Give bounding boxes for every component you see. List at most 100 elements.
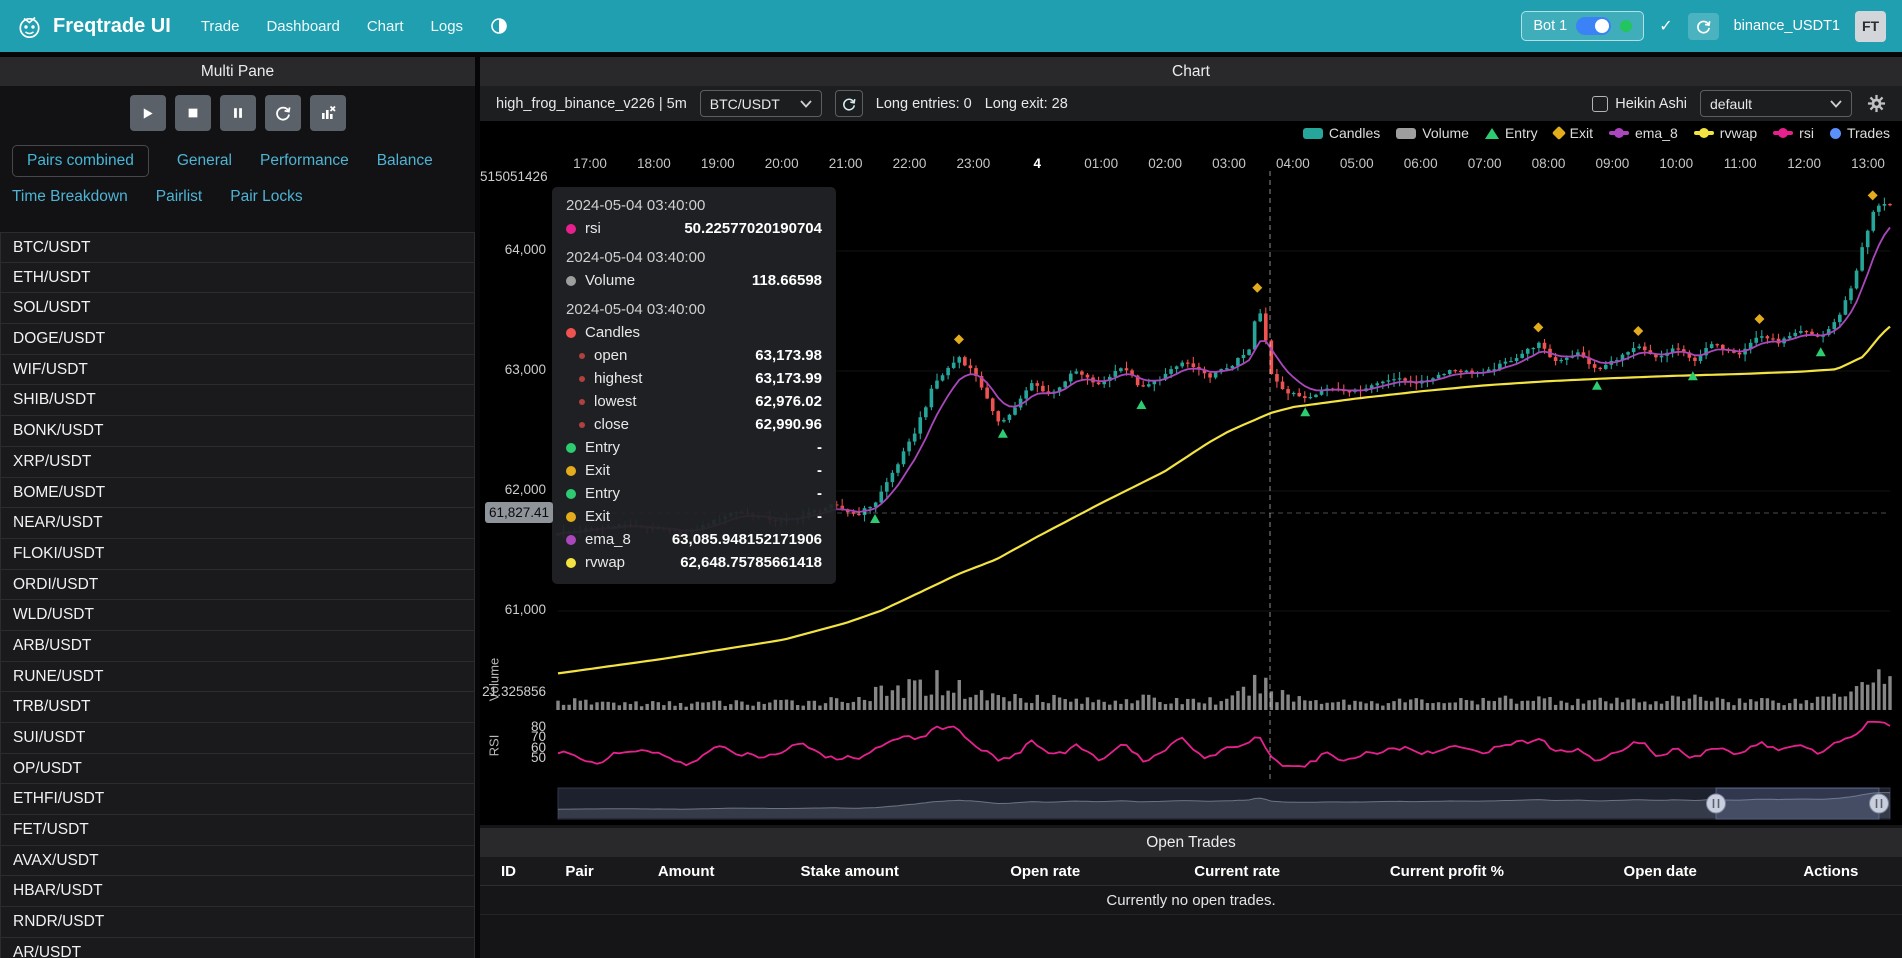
nav-item-logs[interactable]: Logs [431,18,464,35]
datazoom-selection[interactable] [1716,788,1879,819]
volume-bar [1175,698,1178,710]
legend-item-trades[interactable]: Trades [1830,125,1890,141]
clear-chart-button[interactable] [310,95,346,131]
pair-row-fet-usdt[interactable]: FET/USDT [0,815,475,846]
check-icon[interactable]: ✓ [1659,16,1672,36]
volume-bar [1660,704,1663,710]
pair-row-rndr-usdt[interactable]: RNDR/USDT [0,907,475,938]
moon-icon [490,17,508,35]
volume-bar [1052,695,1055,710]
exit-marker [1633,326,1643,336]
legend-item-candles[interactable]: Candles [1303,125,1380,141]
volume-bar [1108,705,1111,710]
pair-row-sol-usdt[interactable]: SOL/USDT [0,293,475,324]
volume-bar [1409,699,1412,710]
pair-list: BTC/USDTETH/USDTSOL/USDTDOGE/USDTWIF/USD… [0,232,475,958]
volume-bar [1063,699,1066,710]
volume-bar [991,693,994,710]
chart-settings-button[interactable] [1867,94,1886,113]
pair-row-op-usdt[interactable]: OP/USDT [0,754,475,785]
reload-button[interactable] [265,95,301,131]
pair-row-hbar-usdt[interactable]: HBAR/USDT [0,876,475,907]
pair-row-xrp-usdt[interactable]: XRP/USDT [0,447,475,478]
tooltip-row-rvwap: rvwap62,648.75785661418 [566,551,822,574]
legend-item-entry[interactable]: Entry [1485,125,1538,141]
pair-row-ar-usdt[interactable]: AR/USDT [0,938,475,958]
volume-bar [618,705,621,710]
volume-bar [1649,704,1652,710]
volume-bar [1420,699,1423,710]
volume-bar [1515,704,1518,710]
bot-selector[interactable]: Bot 1 [1521,11,1644,41]
pair-row-arb-usdt[interactable]: ARB/USDT [0,631,475,662]
volume-bar [662,705,665,710]
legend-item-rsi[interactable]: rsi [1773,125,1814,141]
volume-bar [1732,705,1735,710]
volume-bar [1203,703,1206,710]
pair-row-floki-usdt[interactable]: FLOKI/USDT [0,539,475,570]
tooltip-label: Candles [585,324,640,341]
pair-row-trb-usdt[interactable]: TRB/USDT [0,692,475,723]
long-entries-label: Long entries: 0 [876,96,972,112]
pair-row-near-usdt[interactable]: NEAR/USDT [0,508,475,539]
legend-item-volume[interactable]: Volume [1396,125,1469,141]
pair-row-rune-usdt[interactable]: RUNE/USDT [0,662,475,693]
volume-bar [757,702,760,710]
crosshair-price-tag: 61,827.41 [485,502,553,523]
volume-bar [1225,699,1228,710]
volume-bar [1342,700,1345,710]
chart-refresh-button[interactable] [835,90,863,117]
legend-item-rvwap[interactable]: rvwap [1694,125,1757,141]
pair-row-bonk-usdt[interactable]: BONK/USDT [0,416,475,447]
tab-pairlist[interactable]: Pairlist [156,183,203,211]
navbar-refresh-button[interactable] [1688,13,1719,40]
tab-performance[interactable]: Performance [260,147,349,175]
legend-item-ema-8[interactable]: ema_8 [1609,125,1678,141]
bot-toggle[interactable] [1576,17,1611,35]
tab-pairs-combined[interactable]: Pairs combined [12,145,149,177]
volume-bar [919,680,922,710]
pause-button[interactable] [220,95,256,131]
nav-item-chart[interactable]: Chart [367,18,404,35]
volume-bar [1348,705,1351,710]
chart-canvas[interactable]: Candles Volume Entry Exit ema_8 rvwap rsi Trade… [480,121,1902,825]
pair-row-wld-usdt[interactable]: WLD/USDT [0,600,475,631]
pair-row-doge-usdt[interactable]: DOGE/USDT [0,324,475,355]
pair-row-ordi-usdt[interactable]: ORDI/USDT [0,570,475,601]
tab-balance[interactable]: Balance [377,147,433,175]
stop-button[interactable] [175,95,211,131]
toggle-knob [1595,19,1609,33]
pair-row-avax-usdt[interactable]: AVAX/USDT [0,846,475,877]
datazoom-handle-left[interactable] [1707,794,1726,813]
play-icon [140,106,155,121]
datazoom-handle-right[interactable] [1870,794,1889,813]
pair-row-eth-usdt[interactable]: ETH/USDT [0,263,475,294]
pair-row-wif-usdt[interactable]: WIF/USDT [0,355,475,386]
theme-toggle-icon[interactable] [490,17,508,35]
volume-bar [1598,698,1601,710]
tab-general[interactable]: General [177,147,232,175]
nav-item-dashboard[interactable]: Dashboard [266,18,339,35]
exit-marker [1868,190,1878,200]
tab-pair-locks[interactable]: Pair Locks [230,183,302,211]
exchange-label: binance_USDT1 [1734,18,1840,34]
pair-row-ethfi-usdt[interactable]: ETHFI/USDT [0,784,475,815]
heikin-ashi-checkbox[interactable] [1592,96,1608,112]
avatar[interactable]: FT [1855,11,1886,42]
volume-bar [1442,703,1445,710]
pair-row-sui-usdt[interactable]: SUI/USDT [0,723,475,754]
play-button[interactable] [130,95,166,131]
legend-item-exit[interactable]: Exit [1554,125,1593,141]
volume-bar [1755,701,1758,710]
tab-time-breakdown[interactable]: Time Breakdown [12,183,128,211]
pair-row-shib-usdt[interactable]: SHIB/USDT [0,385,475,416]
brand[interactable]: Freqtrade UI [16,13,171,40]
pair-row-bome-usdt[interactable]: BOME/USDT [0,478,475,509]
rvwap-line-icon [1694,131,1714,135]
pair-select[interactable]: BTC/USDT [700,90,822,117]
tooltip-timestamp: 2024-05-04 03:40:00 [566,197,822,214]
plot-config-select[interactable]: default [1700,90,1852,117]
pair-row-btc-usdt[interactable]: BTC/USDT [0,232,475,263]
nav-item-trade[interactable]: Trade [201,18,240,35]
volume-bar [1665,701,1668,710]
